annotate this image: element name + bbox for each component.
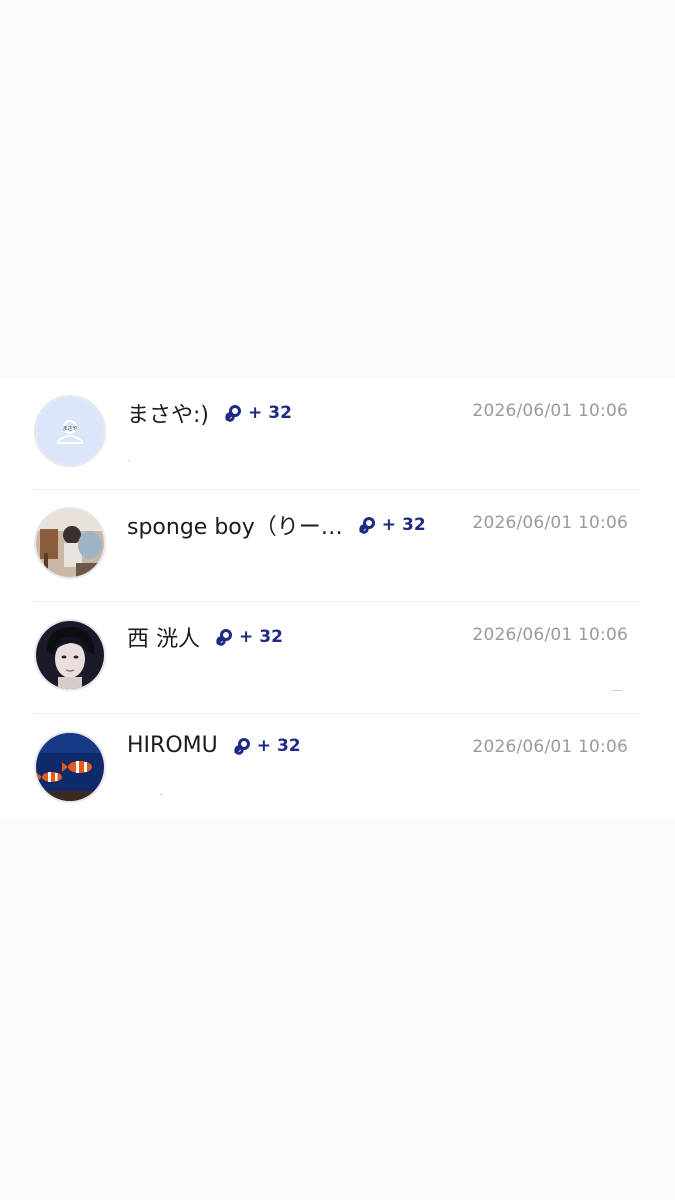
badge-plus: + [239,627,254,647]
badge-count: 32 [268,403,292,423]
link-icon [359,517,375,534]
chat-name: 西 洸人 + 32 [127,621,283,653]
badge-plus: + [248,403,263,423]
link-badge: + 32 [232,736,301,756]
chat-row[interactable]: 西 洸人 + 32 2026/06/01 10:06 [0,602,675,713]
badge-plus: + [256,735,271,756]
preview-speck [612,690,622,691]
chat-row[interactable]: sponge boy（りー… + 32 2026/06/01 10:06 [0,490,675,601]
chat-name-text: HIROMU [127,733,218,758]
chat-name: sponge boy（りー… + 32 [127,509,426,541]
clownfish-avatar [36,733,104,801]
badge-plus: + [381,515,397,535]
link-badge: + 32 [357,515,426,535]
avatar[interactable] [34,507,106,579]
badge-count: 32 [402,515,426,535]
avatar-text: まさや [62,425,77,432]
chat-name-text: まさや:) [127,403,209,428]
preview-speck [160,794,163,795]
badge-count: 32 [276,735,301,756]
chat-name: HIROMU + 32 [127,733,301,758]
link-badge: + 32 [223,403,292,423]
chat-name: まさや:) + 32 [127,397,292,429]
preview-speck [612,746,626,747]
chat-name-text: 西 洸人 [127,627,200,652]
default-person-icon: まさや [36,397,104,465]
timestamp: 2026/06/01 10:06 [472,625,628,645]
photo-avatar [36,509,104,577]
timestamp: 2026/06/01 10:06 [472,513,628,533]
preview-speck [128,460,130,461]
portrait-avatar [36,621,104,689]
timestamp: 2026/06/01 10:06 [472,737,628,757]
avatar[interactable] [34,731,106,803]
avatar[interactable] [34,619,106,691]
chat-name-text: sponge boy（りー… [127,515,343,540]
avatar[interactable]: まさや [34,395,106,467]
link-badge: + 32 [214,627,283,647]
timestamp: 2026/06/01 10:06 [472,401,628,421]
link-icon [225,405,241,422]
link-icon [234,737,250,755]
chat-list: まさや まさや:) + 32 2026/06/01 10:06 sponge b… [0,378,675,818]
badge-count: 32 [259,627,283,647]
link-icon [216,629,232,646]
chat-row[interactable]: まさや まさや:) + 32 2026/06/01 10:06 [0,378,675,489]
chat-row[interactable]: HIROMU + 32 2026/06/01 10:06 [0,714,675,825]
